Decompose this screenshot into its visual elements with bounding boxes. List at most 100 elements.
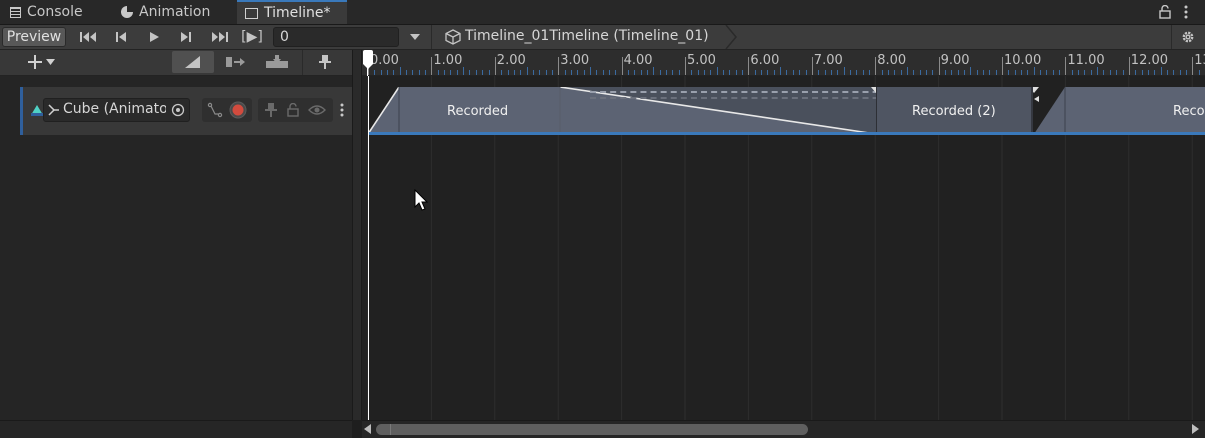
ruler-minor-tick (425, 70, 427, 75)
ruler-minor-tick (989, 70, 991, 75)
ruler-minor-tick (900, 70, 902, 75)
track-lock-icon[interactable] (287, 102, 299, 117)
ruler-minor-tick (983, 70, 984, 75)
ruler-minor-tick (830, 70, 832, 75)
timeline-track-area[interactable]: Recorded Recorded (2) Reco (362, 76, 1205, 420)
ruler-minor-tick (526, 67, 528, 75)
preview-button[interactable]: Preview (2, 27, 66, 47)
current-frame-field[interactable] (273, 27, 399, 47)
ruler-minor-tick (767, 70, 769, 75)
plus-icon (27, 55, 42, 69)
ruler-minor-tick (1141, 70, 1143, 75)
ruler-minor-tick (406, 70, 407, 75)
mix-mode-button[interactable] (172, 51, 214, 73)
frame-dropdown-button[interactable] (405, 25, 425, 49)
ruler-minor-tick (583, 70, 585, 75)
animator-icon (48, 104, 59, 116)
ruler-minor-tick (964, 70, 965, 75)
scroll-left-icon[interactable] (364, 424, 372, 434)
ruler-minor-tick (1154, 70, 1156, 75)
play-range-icon: [▶] (241, 29, 263, 45)
ruler-minor-tick (450, 70, 452, 75)
playhead-handle[interactable] (362, 50, 374, 69)
ruler-minor-tick (906, 67, 908, 75)
replace-icon (266, 55, 288, 68)
animation-clock-icon (121, 6, 133, 18)
time-ruler[interactable]: 0.00 1.00 2.00 3.00 4.00 5.00 6.00 7.00 8.00 9.00… (362, 50, 1205, 76)
ruler-minor-tick (539, 70, 541, 75)
ruler-minor-tick (697, 70, 699, 75)
ruler-minor-tick (1173, 70, 1175, 75)
more-options-icon[interactable] (1179, 2, 1193, 22)
tab-animation[interactable]: Animation (113, 0, 231, 24)
ruler-minor-tick (913, 70, 915, 75)
ruler-minor-tick (532, 70, 534, 75)
toolbar-divider-right (1171, 25, 1172, 49)
ruler-minor-tick (602, 70, 604, 75)
visibility-eye-icon[interactable] (308, 103, 326, 117)
track-state-group (258, 98, 333, 122)
ruler-minor-tick (995, 70, 997, 75)
pin-icon[interactable] (265, 103, 277, 117)
ruler-minor-tick (723, 70, 724, 75)
ruler-minor-tick (488, 70, 490, 75)
settings-button[interactable] (1178, 25, 1198, 49)
ruler-minor-tick (843, 67, 845, 75)
scroll-thumb[interactable] (376, 424, 808, 435)
ruler-major-tick (494, 57, 496, 75)
ruler-minor-tick (589, 67, 591, 75)
ruler-tick-label: 3.00 (560, 53, 590, 68)
breadcrumb-arrow-icon (724, 24, 738, 50)
timeline-toolbar: Preview [▶] Timeline_01Timeline (Timelin… (0, 24, 1205, 50)
clip-recorded[interactable] (368, 87, 876, 135)
chevron-down-icon (410, 34, 420, 40)
ruler-minor-tick (570, 70, 572, 75)
previous-frame-button[interactable] (111, 25, 131, 49)
add-track-button[interactable] (22, 50, 60, 74)
ruler-minor-tick (957, 70, 959, 75)
ruler-tick-label: 1.00 (433, 53, 463, 68)
tab-console[interactable]: Console (2, 0, 104, 24)
track-record-group (202, 98, 252, 122)
ruler-minor-tick (1008, 70, 1010, 75)
next-frame-button[interactable] (176, 25, 196, 49)
timeline-breadcrumb[interactable]: Timeline_01Timeline (Timeline_01) (465, 28, 709, 44)
ruler-minor-tick (951, 70, 953, 75)
play-button[interactable] (144, 25, 164, 49)
ruler-minor-tick (513, 70, 515, 75)
toolbar-divider (431, 25, 432, 49)
record-button[interactable] (229, 101, 247, 119)
go-to-start-button[interactable] (78, 25, 100, 49)
ruler-tick-label: 0.00 (370, 53, 399, 68)
tab-timeline[interactable]: Timeline* (237, 0, 347, 24)
animation-track-header[interactable]: Cube (Animato (20, 87, 352, 135)
ruler-tick-label: 11.00 (1067, 53, 1105, 68)
ruler-minor-tick (837, 70, 839, 75)
ruler-minor-tick (640, 70, 642, 75)
horizontal-scrollbar[interactable] (362, 420, 1205, 438)
pin-button[interactable] (314, 50, 336, 74)
ruler-minor-tick (627, 70, 629, 75)
ruler-tick-label: 6.00 (750, 53, 780, 68)
ripple-mode-button[interactable] (224, 50, 248, 74)
scroll-right-icon[interactable] (1191, 424, 1199, 434)
ruler-major-tick (685, 57, 686, 75)
track-header-toolbar (0, 50, 352, 76)
ruler-minor-tick (475, 70, 477, 75)
replace-mode-button[interactable] (262, 50, 292, 74)
tab-timeline-label: Timeline* (264, 5, 331, 21)
pane-splitter[interactable] (352, 50, 362, 420)
ruler-minor-tick (1052, 70, 1054, 75)
ruler-minor-tick (412, 70, 414, 75)
track-menu-icon[interactable] (340, 102, 346, 120)
go-to-end-button[interactable] (207, 25, 231, 49)
curves-icon[interactable] (207, 102, 223, 118)
ruler-minor-tick (1059, 70, 1061, 75)
play-range-button[interactable]: [▶] (240, 25, 264, 49)
ruler-minor-tick (818, 70, 820, 75)
lock-icon[interactable] (1158, 4, 1172, 20)
track-binding-field[interactable]: Cube (Animato (43, 98, 190, 122)
chevron-down-icon (45, 59, 55, 65)
clip-label: Recorded (447, 104, 509, 119)
object-picker-icon[interactable] (171, 103, 185, 117)
